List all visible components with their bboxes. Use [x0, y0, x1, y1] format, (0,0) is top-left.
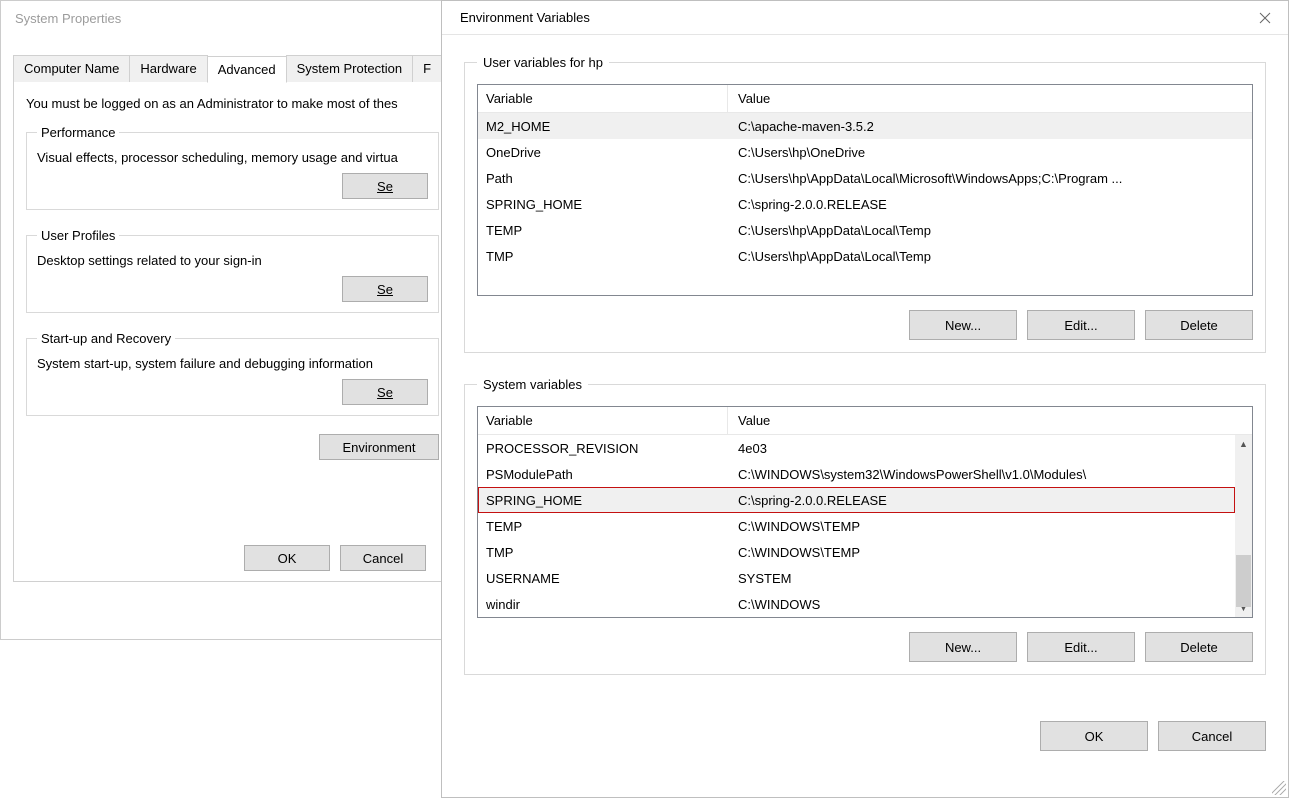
cell-variable: Path: [478, 171, 728, 186]
tab-f[interactable]: F: [412, 55, 442, 82]
list-item[interactable]: PROCESSOR_REVISION4e03: [478, 435, 1235, 461]
cell-variable: PROCESSOR_REVISION: [478, 441, 728, 456]
section-description: System start-up, system failure and debu…: [37, 356, 428, 371]
tab-hardware[interactable]: Hardware: [129, 55, 207, 82]
cell-value: C:\spring-2.0.0.RELEASE: [728, 197, 1252, 212]
user-variables-legend: User variables for hp: [477, 55, 609, 70]
system-list-scrollbar[interactable]: ▲ ▼: [1235, 435, 1252, 617]
list-item[interactable]: TEMPC:\Users\hp\AppData\Local\Temp: [478, 217, 1252, 243]
section-settings-button[interactable]: Se: [342, 173, 428, 199]
scroll-up-icon[interactable]: ▲: [1239, 435, 1248, 453]
user-variables-group: User variables for hp Variable Value M2_…: [464, 55, 1266, 353]
cell-value: C:\WINDOWS\system32\WindowsPowerShell\v1…: [728, 467, 1235, 482]
cell-value: C:\Users\hp\AppData\Local\Microsoft\Wind…: [728, 171, 1252, 186]
sysprop-title-text: System Properties: [15, 11, 121, 26]
cell-value: C:\WINDOWS\TEMP: [728, 545, 1235, 560]
system-variables-legend: System variables: [477, 377, 588, 392]
system-properties-title: System Properties: [1, 1, 464, 35]
close-icon[interactable]: [1242, 1, 1288, 34]
environment-variables-window: Environment Variables User variables for…: [441, 0, 1289, 798]
user-list-header: Variable Value: [478, 85, 1252, 113]
system-list-header: Variable Value: [478, 407, 1252, 435]
section-user-profiles: User Profiles Desktop settings related to…: [26, 228, 439, 313]
cell-value: C:\WINDOWS: [728, 597, 1235, 612]
cell-variable: PSModulePath: [478, 467, 728, 482]
cell-variable: TMP: [478, 545, 728, 560]
user-delete-button[interactable]: Delete: [1145, 310, 1253, 340]
cell-variable: M2_HOME: [478, 119, 728, 134]
list-item[interactable]: TEMPC:\WINDOWS\TEMP: [478, 513, 1235, 539]
section-settings-button[interactable]: Se: [342, 379, 428, 405]
section-legend: Start-up and Recovery: [37, 331, 175, 346]
env-ok-button[interactable]: OK: [1040, 721, 1148, 751]
cell-variable: TMP: [478, 249, 728, 264]
system-variables-group: System variables Variable Value PROCESSO…: [464, 377, 1266, 675]
user-new-button[interactable]: New...: [909, 310, 1017, 340]
sysprop-tabstrip: Computer NameHardwareAdvancedSystem Prot…: [13, 55, 452, 82]
cell-value: SYSTEM: [728, 571, 1235, 586]
list-item[interactable]: USERNAMESYSTEM: [478, 565, 1235, 591]
cell-variable: TEMP: [478, 223, 728, 238]
tab-advanced[interactable]: Advanced: [207, 56, 287, 83]
system-properties-window: System Properties Computer NameHardwareA…: [0, 0, 465, 640]
column-value[interactable]: Value: [728, 407, 1252, 434]
system-variables-list[interactable]: Variable Value PROCESSOR_REVISION4e03PSM…: [477, 406, 1253, 618]
section-performance: Performance Visual effects, processor sch…: [26, 125, 439, 210]
column-value[interactable]: Value: [728, 85, 1252, 112]
env-titlebar: Environment Variables: [442, 1, 1288, 35]
list-item[interactable]: M2_HOMEC:\apache-maven-3.5.2: [478, 113, 1252, 139]
advanced-intro-text: You must be logged on as an Administrato…: [26, 96, 439, 111]
cell-value: C:\apache-maven-3.5.2: [728, 119, 1252, 134]
section-description: Visual effects, processor scheduling, me…: [37, 150, 428, 165]
list-item[interactable]: OneDriveC:\Users\hp\OneDrive: [478, 139, 1252, 165]
user-edit-button[interactable]: Edit...: [1027, 310, 1135, 340]
system-new-button[interactable]: New...: [909, 632, 1017, 662]
column-variable[interactable]: Variable: [478, 85, 728, 112]
cell-value: 4e03: [728, 441, 1235, 456]
system-edit-button[interactable]: Edit...: [1027, 632, 1135, 662]
environment-variables-button[interactable]: Environment: [319, 434, 439, 460]
list-item[interactable]: windirC:\WINDOWS: [478, 591, 1235, 617]
section-description: Desktop settings related to your sign-in: [37, 253, 428, 268]
list-item[interactable]: PSModulePathC:\WINDOWS\system32\WindowsP…: [478, 461, 1235, 487]
cell-variable: USERNAME: [478, 571, 728, 586]
cell-value: C:\spring-2.0.0.RELEASE: [728, 493, 1235, 508]
resize-grip-icon[interactable]: [1272, 781, 1286, 795]
column-variable[interactable]: Variable: [478, 407, 728, 434]
section-legend: Performance: [37, 125, 119, 140]
tab-computer-name[interactable]: Computer Name: [13, 55, 130, 82]
sysprop-ok-button[interactable]: OK: [244, 545, 330, 571]
section-start-up-and-recovery: Start-up and Recovery System start-up, sy…: [26, 331, 439, 416]
scroll-thumb[interactable]: [1236, 555, 1251, 607]
cell-value: C:\Users\hp\AppData\Local\Temp: [728, 249, 1252, 264]
list-item[interactable]: TMPC:\WINDOWS\TEMP: [478, 539, 1235, 565]
cell-value: C:\Users\hp\OneDrive: [728, 145, 1252, 160]
list-item[interactable]: PathC:\Users\hp\AppData\Local\Microsoft\…: [478, 165, 1252, 191]
tab-advanced-content: You must be logged on as an Administrato…: [13, 82, 452, 582]
env-cancel-button[interactable]: Cancel: [1158, 721, 1266, 751]
user-variables-list[interactable]: Variable Value M2_HOMEC:\apache-maven-3.…: [477, 84, 1253, 296]
section-legend: User Profiles: [37, 228, 119, 243]
sysprop-cancel-button[interactable]: Cancel: [340, 545, 426, 571]
list-item[interactable]: SPRING_HOMEC:\spring-2.0.0.RELEASE: [478, 487, 1235, 513]
list-item[interactable]: TMPC:\Users\hp\AppData\Local\Temp: [478, 243, 1252, 269]
cell-variable: windir: [478, 597, 728, 612]
cell-variable: SPRING_HOME: [478, 197, 728, 212]
list-item[interactable]: SPRING_HOMEC:\spring-2.0.0.RELEASE: [478, 191, 1252, 217]
cell-value: C:\WINDOWS\TEMP: [728, 519, 1235, 534]
cell-variable: SPRING_HOME: [478, 493, 728, 508]
cell-value: C:\Users\hp\AppData\Local\Temp: [728, 223, 1252, 238]
system-delete-button[interactable]: Delete: [1145, 632, 1253, 662]
tab-system-protection[interactable]: System Protection: [286, 55, 414, 82]
cell-variable: TEMP: [478, 519, 728, 534]
cell-variable: OneDrive: [478, 145, 728, 160]
env-title-text: Environment Variables: [460, 10, 590, 25]
section-settings-button[interactable]: Se: [342, 276, 428, 302]
